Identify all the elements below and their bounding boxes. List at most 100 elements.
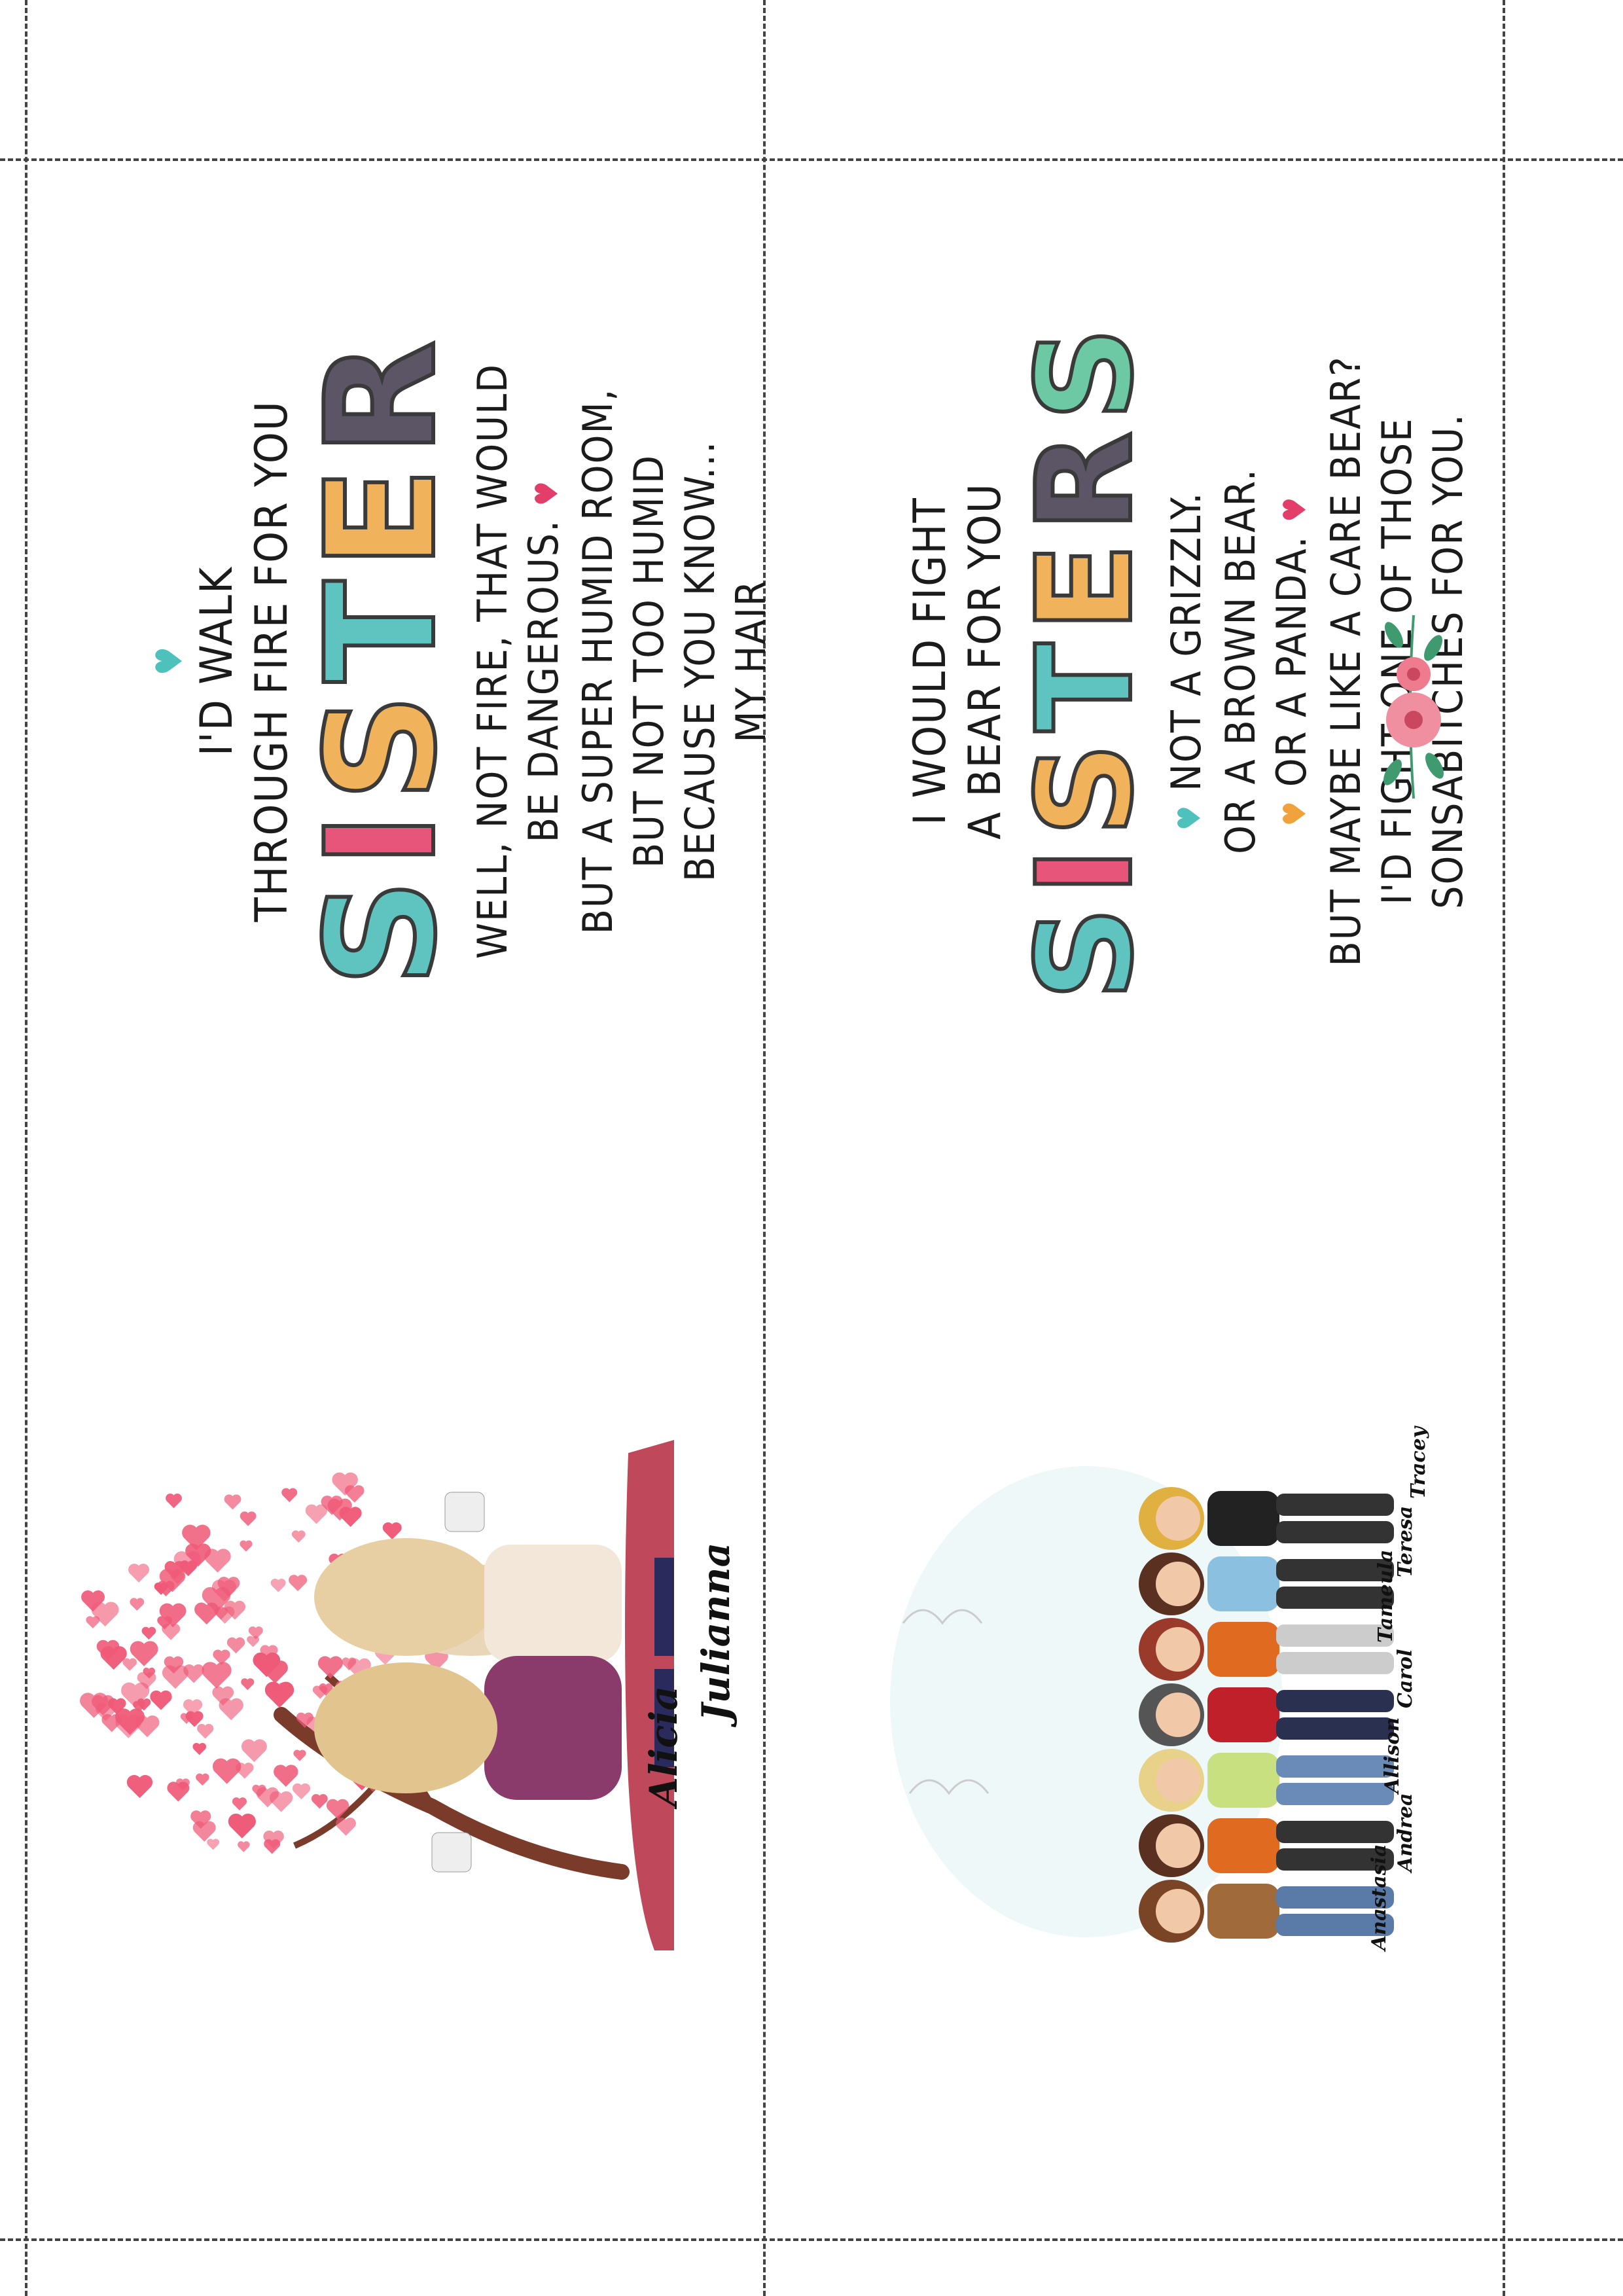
quote-line: a bear for you xyxy=(959,482,1011,840)
tree-heart-icon xyxy=(219,1698,243,1721)
tree-heart-icon xyxy=(262,1660,288,1684)
title-letter: R xyxy=(1007,424,1164,534)
tree-heart-icon xyxy=(311,1794,328,1809)
quote-line: but not too humid xyxy=(625,454,673,869)
tree-heart-icon xyxy=(291,1530,306,1543)
sister-figure-part xyxy=(1156,1889,1200,1933)
tree-heart-icon xyxy=(196,1773,209,1786)
name-label: Andrea xyxy=(1394,1793,1417,1872)
sister-figure-part xyxy=(1276,1755,1394,1778)
tree-heart-icon xyxy=(162,1623,181,1640)
sister-figure-part xyxy=(1276,1717,1394,1740)
heart-icon: ♥ xyxy=(1171,804,1208,831)
tree-heart-icon xyxy=(167,1782,190,1802)
tree-heart-icon xyxy=(150,1690,172,1710)
sisters-title: S I S T E R S xyxy=(1007,319,1164,1003)
tree-heart-icon xyxy=(162,1665,188,1689)
quote-text: be dangerous. xyxy=(520,519,567,843)
quote-line: ♥ Not a grizzly. xyxy=(1161,492,1215,831)
title-letter: S xyxy=(293,686,471,804)
sister-figure-part xyxy=(1207,1556,1279,1611)
tree-heart-icon xyxy=(292,1783,311,1800)
tree-heart-icon xyxy=(115,1715,141,1738)
name-label: Alicia xyxy=(641,1686,686,1806)
title-letter: I xyxy=(1007,840,1164,897)
tree-heart-icon xyxy=(240,1540,253,1552)
tree-heart-icon xyxy=(197,1723,214,1739)
sisters-group-artwork: Anastasia Andrea Allison Carol Tameula T… xyxy=(851,1427,1453,1964)
tree-heart-icon xyxy=(241,1739,267,1763)
tree-heart-icon xyxy=(270,1791,293,1812)
quote-line: Well, not fire, that would xyxy=(469,363,516,960)
sister-figure-part xyxy=(1207,1687,1279,1742)
flower-illustration xyxy=(1383,615,1444,799)
heart-icon: ♥ xyxy=(529,479,565,507)
title-letter: S xyxy=(1007,735,1164,838)
sister-figure-part xyxy=(1276,1652,1394,1674)
tree-heart-icon xyxy=(228,1813,256,1839)
sister-figure-part xyxy=(1156,1823,1200,1868)
tree-heart-icon xyxy=(204,1549,231,1573)
title-letter: S xyxy=(1007,899,1164,1003)
title-letter: S xyxy=(1007,319,1164,423)
quote-text: Not a grizzly. xyxy=(1162,491,1210,791)
sister-figure-part xyxy=(1207,1818,1279,1873)
quote-line: But a super humid room, xyxy=(574,387,622,935)
tree-heart-icon xyxy=(232,1797,247,1810)
tree-heart-icon xyxy=(317,1656,343,1679)
title-letter: E xyxy=(1007,535,1164,634)
heart-icon: ♥ xyxy=(1277,799,1313,827)
heart-tree-artwork: Alicia Julianna xyxy=(65,1440,738,1950)
heart-tree-illustration xyxy=(80,1440,674,1950)
tree-heart-icon xyxy=(336,1818,356,1836)
sister-figure-part xyxy=(1207,1622,1279,1677)
quote-line: be dangerous. ♥ xyxy=(518,480,573,842)
card1-text-block: ♥ I'd walk through fire for you S I S T … xyxy=(149,275,775,1047)
sisters-illustration xyxy=(890,1466,1394,1943)
tree-heart-icon xyxy=(128,1564,150,1583)
sister-figure-part xyxy=(1207,1753,1279,1808)
sister-figure-part xyxy=(1207,1884,1279,1939)
sister-figure-part xyxy=(1276,1494,1394,1516)
heart-icon: ♥ xyxy=(1277,495,1313,523)
sister-figure-part xyxy=(1276,1821,1394,1843)
tree-heart-icon xyxy=(238,1841,250,1852)
tree-heart-icon xyxy=(305,1504,328,1524)
name-label: Teresa xyxy=(1394,1505,1417,1577)
tree-heart-icon xyxy=(212,1758,241,1784)
name-label: Tracey xyxy=(1407,1426,1430,1499)
quote-line: But maybe like a care bear? xyxy=(1322,355,1370,967)
sister-figure-part xyxy=(1276,1521,1394,1543)
tree-heart-icon xyxy=(207,1839,220,1850)
quote-line: my hair xyxy=(727,579,775,743)
sister-figure-part xyxy=(1207,1491,1279,1546)
quote-line: I'd walk xyxy=(191,565,243,757)
heart-icon: ♥ xyxy=(149,646,191,676)
tree-heart-icon xyxy=(293,1749,306,1761)
sister-figure-part xyxy=(1156,1758,1200,1803)
cut-line-right xyxy=(1503,0,1505,2296)
quote-line: through fire for you xyxy=(246,400,298,922)
flower-ornament xyxy=(1374,609,1453,805)
title-letter: R xyxy=(293,333,471,458)
title-letter: T xyxy=(1007,636,1164,734)
sister-figure-part xyxy=(1156,1562,1200,1606)
tree-heart-icon xyxy=(264,1839,281,1854)
name-label: Anastasia xyxy=(1368,1844,1391,1950)
title-letter: E xyxy=(293,459,471,571)
quote-line: ♥ Or a panda. ♥ xyxy=(1266,495,1321,826)
tree-heart-icon xyxy=(226,1637,245,1654)
card2-text-block: I would fight a bear for you S I S T E R… xyxy=(903,268,1472,1054)
tree-heart-icon xyxy=(192,1742,207,1755)
sister-figure-part xyxy=(1276,1690,1394,1712)
tree-heart-icon xyxy=(141,1626,156,1640)
title-letter: I xyxy=(293,805,471,870)
tree-heart-icon xyxy=(202,1662,232,1689)
sister-figure-part xyxy=(1156,1627,1200,1672)
sister-figure-part xyxy=(1156,1693,1200,1737)
tree-heart-icon xyxy=(274,1765,298,1787)
tree-heart-icon xyxy=(130,1598,145,1611)
title-letter: T xyxy=(293,573,471,685)
tree-heart-icon xyxy=(281,1488,298,1503)
cut-line-bottom xyxy=(0,2238,1623,2241)
